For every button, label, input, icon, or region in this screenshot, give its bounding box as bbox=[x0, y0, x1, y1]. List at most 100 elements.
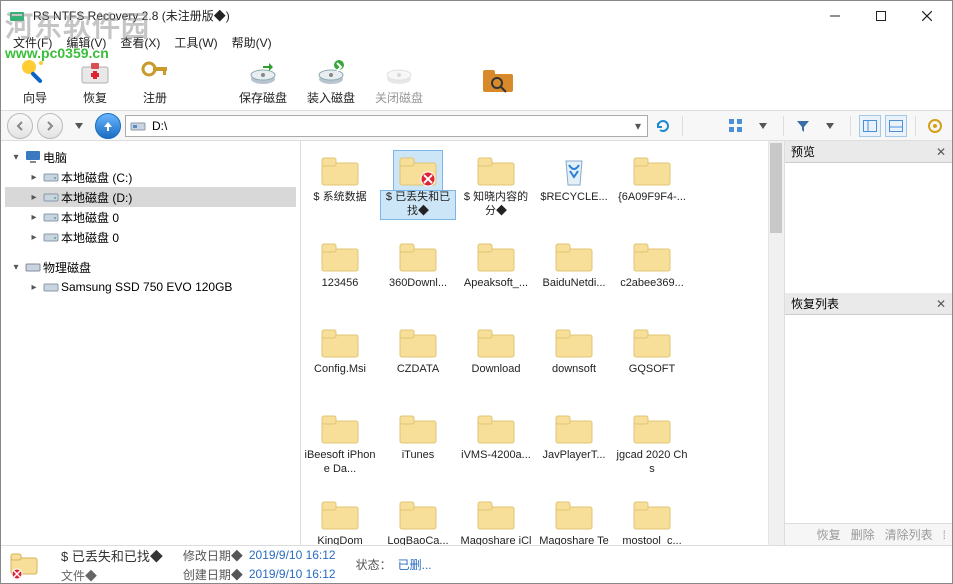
search-folder-button[interactable] bbox=[469, 55, 525, 109]
panel-toggle-2[interactable] bbox=[885, 115, 907, 137]
file-item[interactable]: $ 系统数据 bbox=[301, 149, 379, 231]
save-disk-label: 保存磁盘 bbox=[239, 89, 287, 106]
file-item[interactable]: Magoshare iCloud B... bbox=[457, 493, 535, 545]
file-item[interactable]: Magoshare Temp Ba... bbox=[535, 493, 613, 545]
disk-mount-icon bbox=[315, 57, 347, 89]
file-item[interactable]: Download bbox=[457, 321, 535, 403]
file-label: BaiduNetdi... bbox=[543, 277, 606, 291]
restore-list-close-icon[interactable]: ✕ bbox=[936, 297, 946, 311]
file-label: iTunes bbox=[402, 449, 435, 463]
chevron-right-icon[interactable]: ▸ bbox=[27, 212, 41, 223]
tree-label: 物理磁盘 bbox=[43, 259, 91, 276]
file-pane[interactable]: $ 系统数据 $ 已丢失和已找◆ $ 知晓内容的分◆ $RECYCLE... {… bbox=[301, 141, 784, 545]
file-item[interactable]: CZDATA bbox=[379, 321, 457, 403]
menu-view[interactable]: 查看(X) bbox=[114, 32, 166, 53]
folder-icon bbox=[628, 495, 676, 535]
menu-help[interactable]: 帮助(V) bbox=[226, 32, 278, 53]
recover-button[interactable]: 恢复 bbox=[67, 55, 123, 109]
file-item[interactable]: iVMS-4200a... bbox=[457, 407, 535, 489]
tree-node-drive[interactable]: ▸ 本地磁盘 0 bbox=[5, 207, 296, 227]
tree-node-drive[interactable]: ▸ 本地磁盘 (D:) bbox=[5, 187, 296, 207]
chevron-down-icon[interactable]: ▾ bbox=[9, 262, 23, 273]
preview-close-icon[interactable]: ✕ bbox=[936, 145, 946, 159]
menu-file[interactable]: 文件(F) bbox=[7, 32, 58, 53]
file-label: $RECYCLE... bbox=[540, 191, 607, 205]
address-input[interactable] bbox=[152, 119, 629, 133]
file-item[interactable]: LogBaoCa... bbox=[379, 493, 457, 545]
file-item[interactable]: iTunes bbox=[379, 407, 457, 489]
nav-up-button[interactable] bbox=[95, 113, 121, 139]
panel-toggle-1[interactable] bbox=[859, 115, 881, 137]
file-item[interactable]: $RECYCLE... bbox=[535, 149, 613, 231]
status-folder-icon bbox=[9, 549, 41, 581]
chevron-right-icon[interactable]: ▸ bbox=[27, 282, 41, 293]
file-item[interactable]: 123456 bbox=[301, 235, 379, 317]
chevron-right-icon[interactable]: ▸ bbox=[27, 172, 41, 183]
file-item[interactable]: c2abee369... bbox=[613, 235, 691, 317]
options-button[interactable] bbox=[924, 115, 946, 137]
file-item[interactable]: mostool_c... bbox=[613, 493, 691, 545]
tree-node-drive[interactable]: ▸ 本地磁盘 (C:) bbox=[5, 167, 296, 187]
file-label: mostool_c... bbox=[622, 535, 681, 545]
status-type: 文件◆ bbox=[61, 567, 163, 584]
folder-search-icon bbox=[481, 66, 513, 98]
register-button[interactable]: 注册 bbox=[127, 55, 183, 109]
scrollbar-thumb[interactable] bbox=[770, 143, 782, 233]
file-item[interactable]: $ 知晓内容的分◆ bbox=[457, 149, 535, 231]
preview-body bbox=[785, 163, 952, 293]
close-button[interactable] bbox=[904, 1, 950, 31]
menu-tools[interactable]: 工具(W) bbox=[168, 32, 223, 53]
tree-node-computer[interactable]: ▾ 电脑 bbox=[5, 147, 296, 167]
nav-forward-button[interactable] bbox=[37, 113, 63, 139]
file-item[interactable]: 360Downl... bbox=[379, 235, 457, 317]
close-disk-button[interactable]: 关闭磁盘 bbox=[367, 55, 431, 109]
more-button[interactable]: ⁞ bbox=[943, 528, 946, 542]
menu-edit[interactable]: 编辑(V) bbox=[60, 32, 112, 53]
file-item[interactable]: BaiduNetdi... bbox=[535, 235, 613, 317]
file-item[interactable]: {6A09F9F4-... bbox=[613, 149, 691, 231]
folder-icon bbox=[394, 323, 442, 363]
maximize-button[interactable] bbox=[858, 1, 904, 31]
file-item[interactable]: iBeesoft iPhone Da... bbox=[301, 407, 379, 489]
file-item[interactable]: downsoft bbox=[535, 321, 613, 403]
scrollbar-vertical[interactable] bbox=[768, 141, 784, 545]
refresh-button[interactable] bbox=[652, 115, 674, 137]
chevron-down-icon[interactable]: ▾ bbox=[9, 152, 23, 163]
tree-node-physical[interactable]: ▾ 物理磁盘 bbox=[5, 257, 296, 277]
address-dropdown[interactable]: ▾ bbox=[629, 119, 647, 133]
mount-disk-button[interactable]: 装入磁盘 bbox=[299, 55, 363, 109]
delete-button[interactable]: 删除 bbox=[851, 526, 875, 543]
save-disk-button[interactable]: 保存磁盘 bbox=[231, 55, 295, 109]
restore-button[interactable]: 恢复 bbox=[817, 526, 841, 543]
file-item[interactable]: JavPlayerT... bbox=[535, 407, 613, 489]
filter-button[interactable] bbox=[792, 115, 814, 137]
address-box[interactable]: ▾ bbox=[125, 115, 648, 137]
file-item[interactable]: Apeaksoft_... bbox=[457, 235, 535, 317]
view-mode-dropdown[interactable] bbox=[751, 114, 775, 138]
view-mode-button[interactable] bbox=[725, 115, 747, 137]
tree-node-drive[interactable]: ▸ 本地磁盘 0 bbox=[5, 227, 296, 247]
file-item[interactable]: GQSOFT bbox=[613, 321, 691, 403]
tree-node-physical-disk[interactable]: ▸ Samsung SSD 750 EVO 120GB bbox=[5, 277, 296, 297]
minimize-button[interactable] bbox=[812, 1, 858, 31]
filter-dropdown[interactable] bbox=[818, 114, 842, 138]
nav-back-button[interactable] bbox=[7, 113, 33, 139]
file-label: Apeaksoft_... bbox=[464, 277, 528, 291]
recycle-bin-icon bbox=[550, 151, 598, 191]
recover-label: 恢复 bbox=[83, 89, 107, 106]
chevron-right-icon[interactable]: ▸ bbox=[27, 232, 41, 243]
file-label: $ 知晓内容的分◆ bbox=[459, 191, 533, 219]
file-item[interactable]: jgcad 2020 Chs bbox=[613, 407, 691, 489]
file-item[interactable]: $ 已丢失和已找◆ bbox=[379, 149, 457, 231]
file-item[interactable]: Config.Msi bbox=[301, 321, 379, 403]
right-pane: 预览 ✕ 恢复列表 ✕ 恢复 删除 清除列表 ⁞ bbox=[784, 141, 952, 545]
file-label: JavPlayerT... bbox=[543, 449, 606, 463]
file-label: GQSOFT bbox=[629, 363, 675, 377]
wizard-button[interactable]: 向导 bbox=[7, 55, 63, 109]
chevron-right-icon[interactable]: ▸ bbox=[27, 192, 41, 203]
nav-history-dropdown[interactable] bbox=[67, 114, 91, 138]
clear-list-button[interactable]: 清除列表 bbox=[885, 526, 933, 543]
tree-pane[interactable]: ▾ 电脑 ▸ 本地磁盘 (C:)▸ 本地磁盘 (D:)▸ 本地磁盘 0▸ 本地磁… bbox=[1, 141, 301, 545]
state-label: 状态： bbox=[356, 556, 392, 573]
file-item[interactable]: KingDom bbox=[301, 493, 379, 545]
